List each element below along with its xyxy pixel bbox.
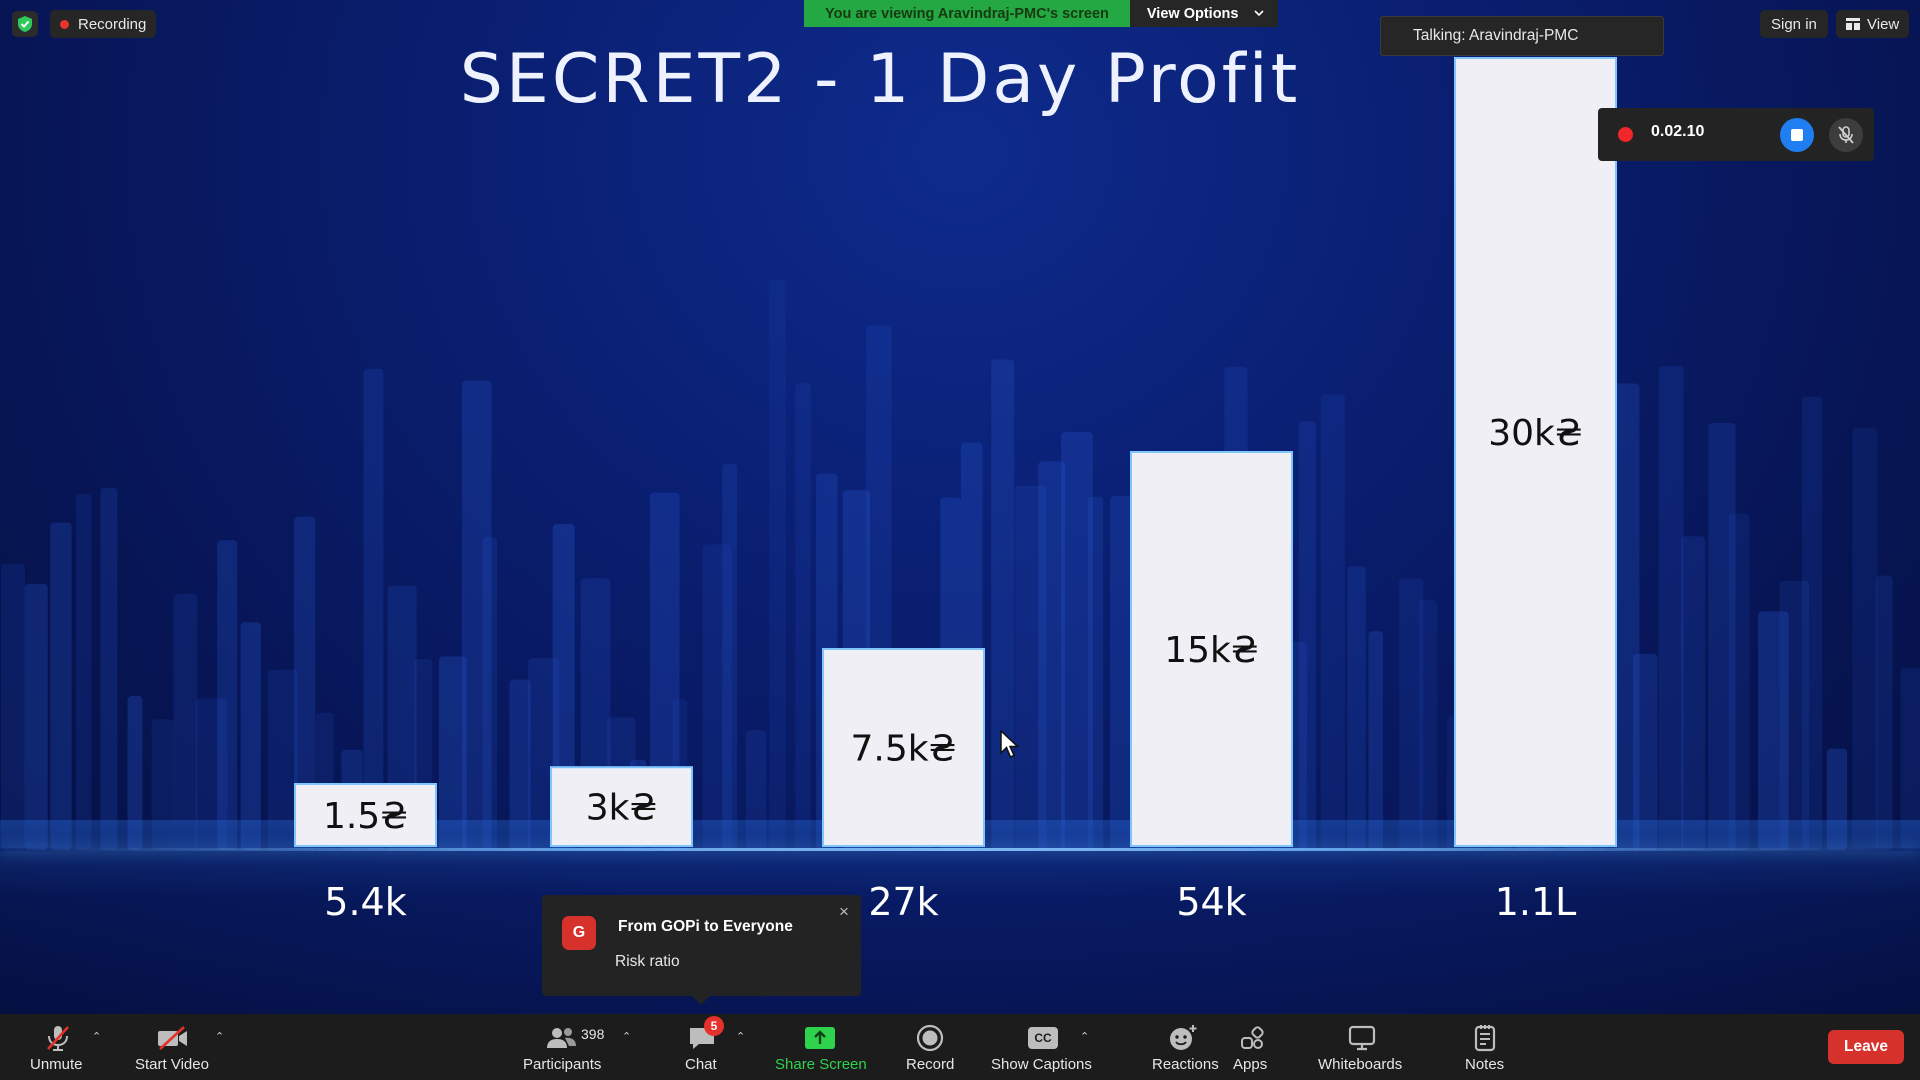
participants-label: Participants <box>523 1056 602 1073</box>
grid-view-icon <box>1846 18 1860 30</box>
chevron-down-icon <box>1254 10 1265 17</box>
notes-label: Notes <box>1465 1056 1505 1073</box>
view-button[interactable]: View <box>1836 10 1910 38</box>
reactions-button[interactable]: Reactions <box>1148 1014 1219 1080</box>
show-captions-label: Show Captions <box>991 1056 1092 1073</box>
microphone-off-icon <box>44 1024 72 1052</box>
cc-glyph: CC <box>1028 1027 1058 1049</box>
meeting-toolbar: Unmute ⌃ Start Video ⌃ 398 Participants … <box>0 1014 1920 1080</box>
mouse-cursor-icon <box>1000 730 1020 758</box>
sign-in-button[interactable]: Sign in <box>1760 10 1828 38</box>
mute-recording-button[interactable] <box>1829 118 1863 152</box>
recording-dot-icon <box>60 19 69 29</box>
x-tick-label: 27k <box>868 880 938 924</box>
view-options-button[interactable]: View Options <box>1129 0 1279 27</box>
close-icon[interactable]: × <box>839 903 849 920</box>
talking-indicator: Talking: Aravindraj-PMC <box>1380 16 1664 56</box>
stop-icon <box>1791 129 1803 141</box>
reactions-label: Reactions <box>1152 1056 1219 1073</box>
x-tick-label: 54k <box>1176 880 1246 924</box>
reactions-smiley-icon <box>1168 1024 1198 1052</box>
participants-count: 398 <box>581 1026 605 1042</box>
chat-label: Chat <box>685 1056 717 1073</box>
bar-value-label: 1.5₴ <box>323 796 408 837</box>
chat-unread-badge: 5 <box>704 1016 724 1036</box>
viewing-banner-text: You are viewing Aravindraj-PMC's screen <box>804 0 1130 27</box>
sign-in-label: Sign in <box>1771 15 1817 33</box>
x-tick-label: 1.1L <box>1495 880 1577 924</box>
video-options-chevron-icon[interactable]: ⌃ <box>215 1030 224 1043</box>
chat-notification-message: Risk ratio <box>615 953 680 970</box>
chat-notification[interactable]: G From GOPi to Everyone Risk ratio × <box>542 895 861 1005</box>
apps-label: Apps <box>1233 1056 1268 1073</box>
participants-icon <box>546 1024 578 1052</box>
chat-button[interactable]: 5 Chat <box>676 1014 726 1080</box>
record-label: Record <box>906 1056 955 1073</box>
bar-value-label: 15k₴ <box>1164 630 1259 671</box>
share-screen-button[interactable]: Share Screen <box>772 1014 867 1080</box>
unmute-button[interactable]: Unmute <box>20 1014 94 1080</box>
recording-label: Recording <box>78 15 147 33</box>
view-label: View <box>1867 15 1900 33</box>
show-captions-button[interactable]: CC Show Captions <box>990 1014 1094 1080</box>
chat-options-chevron-icon[interactable]: ⌃ <box>736 1030 745 1043</box>
share-screen-label: Share Screen <box>775 1056 867 1073</box>
stop-recording-button[interactable] <box>1780 118 1814 152</box>
notes-button[interactable]: Notes <box>1462 1014 1508 1080</box>
apps-button[interactable]: Apps <box>1232 1014 1272 1080</box>
apps-icon <box>1238 1024 1266 1052</box>
viewing-banner: You are viewing Aravindraj-PMC's screen … <box>804 0 1279 27</box>
record-button[interactable]: Record <box>902 1014 958 1080</box>
captions-icon: CC <box>1027 1024 1059 1052</box>
share-screen-icon <box>804 1024 836 1052</box>
whiteboards-label: Whiteboards <box>1318 1056 1403 1073</box>
whiteboards-button[interactable]: Whiteboards <box>1316 1014 1408 1080</box>
recording-timer: 0.02.10 <box>1651 123 1705 140</box>
notes-icon <box>1472 1024 1498 1052</box>
captions-options-chevron-icon[interactable]: ⌃ <box>1080 1030 1089 1043</box>
recording-control-widget: 0.02.10 <box>1598 108 1874 161</box>
start-video-label: Start Video <box>135 1056 209 1073</box>
audio-options-chevron-icon[interactable]: ⌃ <box>92 1030 101 1043</box>
security-shield-icon[interactable] <box>12 11 38 37</box>
start-video-button[interactable]: Start Video <box>130 1014 218 1080</box>
x-tick-label: 5.4k <box>324 880 406 924</box>
bar-value-label: 30k₴ <box>1488 413 1583 454</box>
chat-notification-title: From GOPi to Everyone <box>618 918 793 935</box>
bar-value-label: 3k₴ <box>586 788 658 829</box>
participants-button[interactable]: 398 Participants <box>520 1014 608 1080</box>
leave-button[interactable]: Leave <box>1828 1030 1904 1064</box>
view-options-label: View Options <box>1146 5 1239 22</box>
record-icon <box>916 1024 944 1052</box>
recording-active-dot-icon <box>1618 127 1633 142</box>
recording-indicator[interactable]: Recording <box>50 10 157 38</box>
whiteboard-icon <box>1348 1024 1376 1052</box>
bar-value-label: 7.5k₴ <box>851 729 957 770</box>
video-off-icon <box>156 1024 190 1052</box>
talking-label: Talking: Aravindraj-PMC <box>1413 27 1579 44</box>
participants-options-chevron-icon[interactable]: ⌃ <box>622 1030 631 1043</box>
sender-avatar: G <box>562 916 596 950</box>
unmute-label: Unmute <box>30 1056 83 1073</box>
toast-pointer <box>692 996 710 1005</box>
microphone-off-icon <box>1838 126 1854 144</box>
